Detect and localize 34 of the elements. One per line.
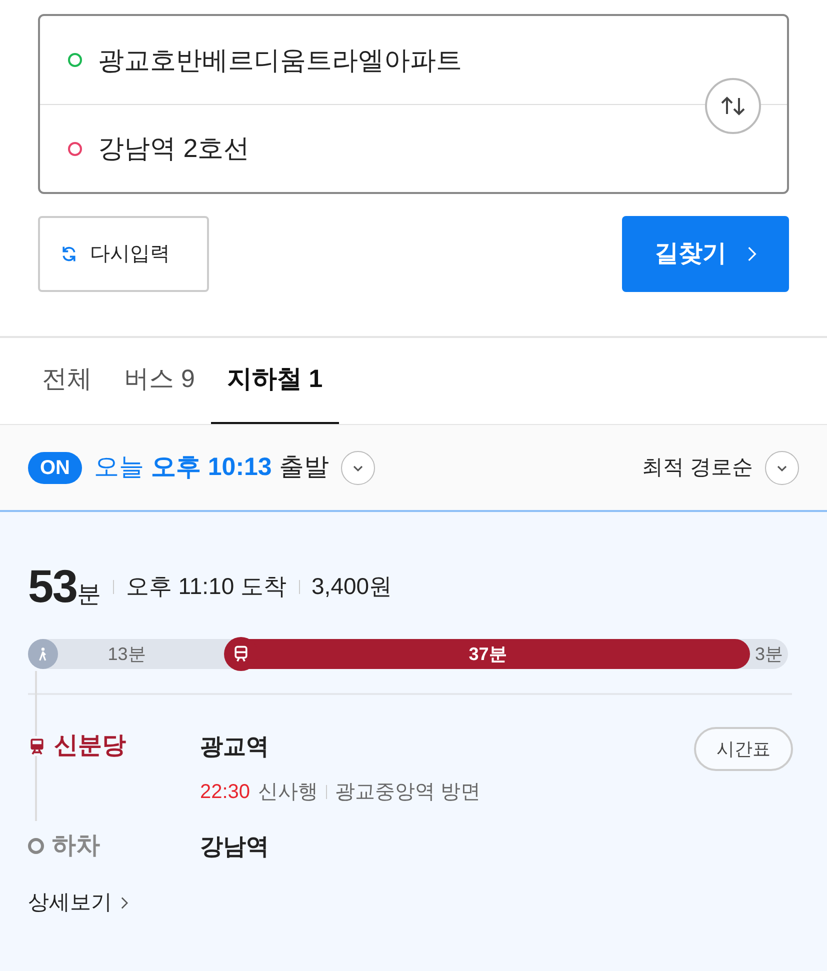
train-icon (28, 736, 46, 756)
walking-person-icon (28, 639, 58, 669)
search-button[interactable]: 길찾기 (622, 216, 789, 292)
fare: 3,400원 (312, 572, 392, 602)
timetable-button[interactable]: 시간표 (694, 727, 793, 771)
stop-icon (28, 838, 44, 854)
walk-time-label: 3분 (754, 642, 783, 666)
reset-button[interactable]: 다시입력 (38, 216, 209, 292)
arrival-time: 오후 11:10 도착 (126, 572, 287, 602)
tab[interactable]: 전체 (26, 338, 108, 424)
sort-dropdown-button[interactable] (765, 450, 799, 484)
tab[interactable]: 버스 9 (108, 338, 211, 424)
train-direction: 신사행 (258, 780, 318, 805)
destination-field[interactable]: 강남역 2호선 (98, 129, 638, 168)
chevron-right-icon (120, 896, 129, 910)
total-duration: 53분 (28, 559, 101, 614)
walk-time-label: 13분 (108, 642, 146, 666)
start-point-icon (68, 53, 82, 67)
end-point-icon (68, 142, 82, 156)
origin-field[interactable]: 광교호반베르디움트라엘아파트 (98, 40, 638, 80)
station-name: 광교역 (200, 732, 270, 761)
realtime-toggle[interactable]: ON (28, 452, 82, 484)
departure-time: 22:30 (200, 780, 250, 805)
details-link[interactable]: 상세보기 (28, 887, 129, 918)
station-name: 강남역 (200, 832, 269, 861)
train-heading: 광교중앙역 방면 (335, 780, 481, 805)
sort-label[interactable]: 최적 경로순 (642, 452, 753, 484)
ride-time-label: 37분 (468, 642, 507, 666)
step-label: 하차 (52, 831, 100, 861)
refresh-icon (60, 245, 78, 263)
chevron-right-icon (746, 246, 756, 262)
step-label: 신분당 (54, 731, 126, 761)
time-dropdown-button[interactable] (340, 450, 375, 484)
departure-time[interactable]: 오늘 오후 10:13 출발 (94, 448, 329, 486)
